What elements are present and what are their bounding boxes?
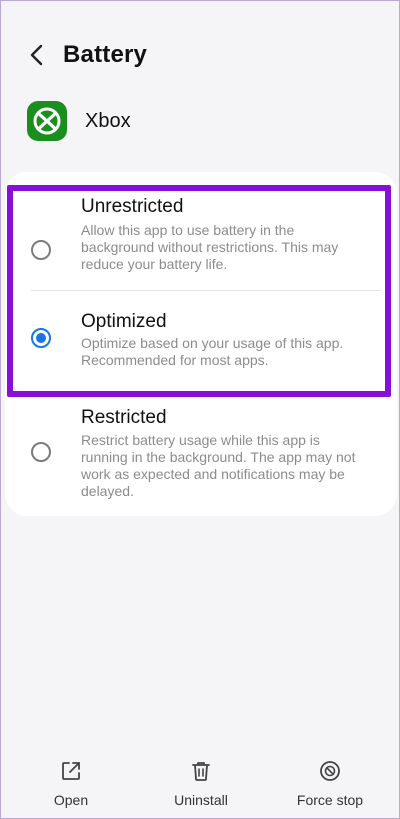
option-title: Optimized — [81, 311, 167, 332]
back-button[interactable] — [23, 41, 51, 69]
radio-optimized[interactable] — [31, 328, 51, 348]
app-name: Xbox — [85, 109, 131, 132]
open-external-icon — [62, 762, 80, 780]
option-optimized[interactable]: Optimized Optimize based on your usage o… — [5, 308, 397, 388]
open-button[interactable]: Open — [21, 759, 121, 808]
force-stop-button[interactable]: Force stop — [280, 759, 380, 808]
option-restricted[interactable]: Restricted Restrict battery usage while … — [5, 404, 397, 504]
divider — [31, 290, 381, 291]
app-info-row: Xbox — [27, 99, 131, 143]
option-title: Unrestricted — [81, 196, 184, 217]
option-description: Optimize based on your usage of this app… — [81, 335, 344, 368]
force-stop-icon — [320, 761, 340, 781]
uninstall-button[interactable]: Uninstall — [151, 759, 251, 808]
back-arrow-icon — [30, 44, 43, 66]
force-stop-label: Force stop — [296, 792, 364, 808]
uninstall-label: Uninstall — [174, 792, 228, 808]
radio-unrestricted[interactable] — [31, 240, 51, 260]
option-title: Restricted — [81, 407, 167, 428]
radio-restricted[interactable] — [31, 442, 51, 462]
page-title: Battery — [63, 41, 148, 68]
bottom-action-bar: Open Uninstall Force stop — [1, 759, 399, 815]
option-unrestricted[interactable]: Unrestricted Allow this app to use batte… — [5, 192, 397, 304]
battery-options-card: Unrestricted Allow this app to use batte… — [5, 172, 397, 516]
option-description: Allow this app to use battery in the bac… — [81, 222, 339, 272]
header-bar: Battery — [1, 25, 399, 85]
xbox-icon — [27, 101, 67, 141]
open-label: Open — [53, 792, 89, 808]
trash-icon — [192, 762, 210, 781]
option-description: Restrict battery usage while this app is… — [81, 432, 356, 499]
